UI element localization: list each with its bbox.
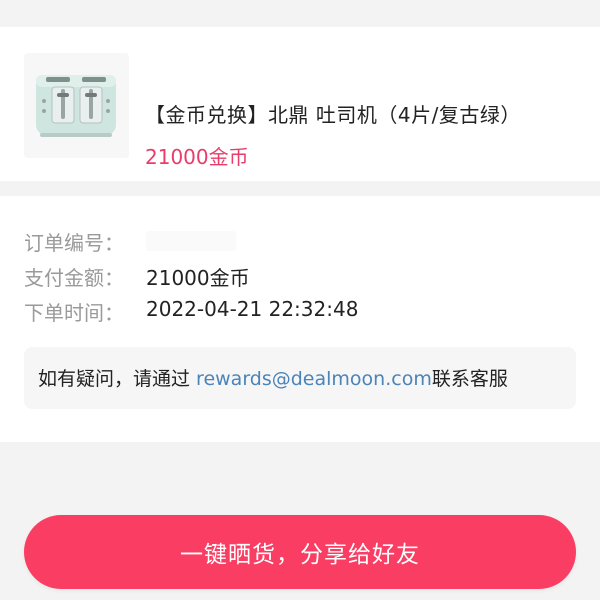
help-suffix: 联系客服: [431, 368, 508, 390]
product-price: 21000金币: [145, 145, 249, 169]
payment-amount-label: 支付金额：: [24, 266, 124, 290]
customer-service-text: 如有疑问，请通过 rewards@dealmoon.com联系客服: [38, 364, 508, 391]
product-thumbnail[interactable]: [24, 53, 129, 158]
help-prefix: 如有疑问，请通过: [38, 368, 197, 390]
order-time-label: 下单时间：: [24, 301, 124, 325]
payment-amount-value: 21000金币: [146, 266, 250, 290]
support-email-link[interactable]: rewards@dealmoon.com: [196, 368, 432, 390]
order-number-value: [146, 227, 236, 256]
order-number-redacted: [146, 231, 236, 251]
toaster-image: [24, 53, 129, 158]
share-to-friends-button[interactable]: 一键晒货，分享给好友: [24, 515, 576, 589]
product-title[interactable]: 【金币兑换】北鼎 吐司机（4片/复古绿）: [145, 99, 521, 128]
customer-service-notice: 如有疑问，请通过 rewards@dealmoon.com联系客服: [24, 347, 576, 409]
order-time-value: 2022-04-21 22:32:48: [146, 297, 359, 321]
order-number-label: 订单编号：: [24, 231, 124, 255]
order-details-card: 订单编号： 支付金额： 21000金币 下单时间： 2022-04-21 22:…: [0, 196, 600, 442]
product-card[interactable]: 【金币兑换】北鼎 吐司机（4片/复古绿） 21000金币: [0, 27, 600, 181]
